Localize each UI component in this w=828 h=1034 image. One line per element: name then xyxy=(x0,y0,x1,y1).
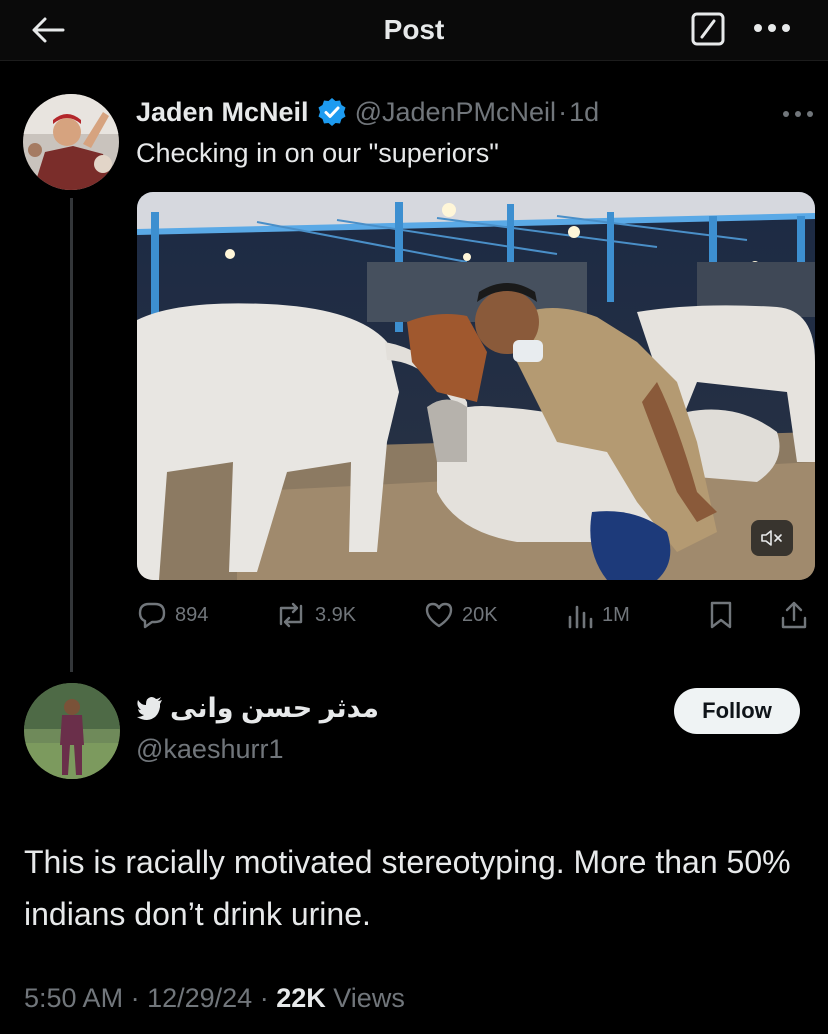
post-text: Checking in on our "superiors" xyxy=(136,138,499,168)
more-options-icon[interactable] xyxy=(748,12,796,44)
reply-text: This is racially motivated stereotyping.… xyxy=(24,844,791,932)
follow-button[interactable]: Follow xyxy=(674,688,800,734)
author-handle[interactable]: @JadenPMcNeil xyxy=(355,97,557,128)
post-more-icon[interactable] xyxy=(780,104,816,124)
bookmark-button[interactable] xyxy=(708,600,742,630)
repost-icon xyxy=(279,602,303,628)
reply-count: 894 xyxy=(175,603,209,626)
views-count: 1M xyxy=(602,603,630,626)
post-video[interactable] xyxy=(137,192,815,580)
verified-badge-icon xyxy=(318,98,346,126)
reply-views-count: 22K xyxy=(276,983,326,1013)
like-button[interactable]: 20K xyxy=(424,600,498,630)
share-icon xyxy=(781,601,807,629)
reply-views-label: Views xyxy=(333,983,405,1013)
reply-author-handle[interactable]: @kaeshurr1 xyxy=(136,734,283,765)
twitter-bird-icon xyxy=(137,697,162,720)
reply-header: مدثر حسن وانی xyxy=(136,688,379,728)
repost-count: 3.9K xyxy=(315,603,357,626)
reply-time[interactable]: 5:50 AM xyxy=(24,983,123,1013)
repost-button[interactable]: 3.9K xyxy=(275,600,356,630)
like-count: 20K xyxy=(462,603,498,626)
reply-icon xyxy=(138,602,166,629)
share-button[interactable] xyxy=(780,600,816,630)
bookmark-icon xyxy=(710,601,732,629)
thread-line xyxy=(70,198,73,672)
reply-button[interactable]: 894 xyxy=(137,600,208,630)
compose-icon[interactable] xyxy=(690,11,726,47)
reply-author-name[interactable]: مدثر حسن وانی xyxy=(170,693,379,724)
separator: · xyxy=(259,983,269,1013)
avatar[interactable] xyxy=(23,94,119,190)
reply-date[interactable]: 12/29/24 xyxy=(147,983,252,1013)
post-header: Jaden McNeil @JadenPMcNeil · 1d xyxy=(136,92,599,132)
views-button[interactable]: 1M xyxy=(566,600,630,630)
separator: · xyxy=(130,983,140,1013)
top-bar: Post xyxy=(0,0,828,61)
avatar[interactable] xyxy=(24,683,120,779)
views-chart-icon xyxy=(568,605,593,629)
mute-icon[interactable] xyxy=(751,520,793,556)
reply-meta: 5:50 AM · 12/29/24 · 22K Views xyxy=(24,983,405,1014)
post-time[interactable]: 1d xyxy=(569,97,599,128)
author-name[interactable]: Jaden McNeil xyxy=(136,97,309,128)
separator: · xyxy=(558,96,568,127)
heart-icon xyxy=(425,602,453,628)
